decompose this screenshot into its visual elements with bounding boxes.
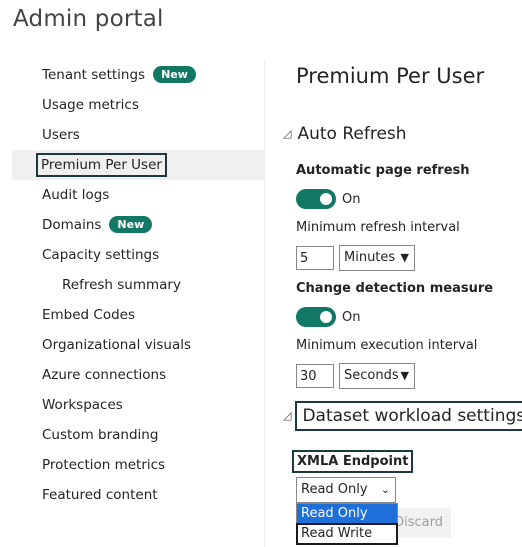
refresh-interval-unit-select[interactable]: Minutes ▼ — [339, 245, 415, 271]
xmla-endpoint-select[interactable]: Read Only ⌄ — [296, 477, 396, 503]
sidebar-item-organizational-visuals[interactable]: Organizational visuals — [12, 330, 264, 360]
sidebar-item-users[interactable]: Users — [12, 120, 264, 150]
sidebar-item-label: Capacity settings — [42, 247, 160, 263]
sidebar-item-label: Workspaces — [42, 397, 123, 413]
chevron-down-icon: ▼ — [400, 251, 409, 264]
sidebar-item-label: Protection metrics — [42, 457, 166, 473]
sidebar-item-featured-content[interactable]: Featured content — [12, 480, 264, 510]
toggle-thumb — [320, 311, 332, 323]
sidebar-item-label: Featured content — [42, 487, 158, 503]
toggle-track — [296, 189, 336, 209]
page-title: Admin portal — [13, 6, 164, 32]
automatic-page-refresh-toggle[interactable]: On — [296, 189, 360, 209]
auto-refresh-section-toggle[interactable]: ◿ Auto Refresh — [283, 124, 407, 144]
sidebar-item-label: Organizational visuals — [42, 337, 192, 353]
change-detection-toggle[interactable]: On — [296, 307, 360, 327]
sidebar-item-custom-branding[interactable]: Custom branding — [12, 420, 264, 450]
min-refresh-interval-label: Minimum refresh interval — [296, 220, 460, 235]
sidebar-item-label: Domains — [42, 217, 102, 233]
select-value: Read Only — [301, 482, 368, 497]
execution-interval-unit-select[interactable]: Seconds ▼ — [339, 363, 415, 389]
sidebar-item-label: Users — [42, 127, 80, 143]
sidebar-item-label: Custom branding — [42, 427, 159, 443]
xmla-endpoint-label: XMLA Endpoint — [291, 450, 414, 473]
dataset-workload-section-toggle[interactable]: ◿ Dataset workload settings — [283, 401, 522, 431]
sidebar-item-label: Refresh summary — [62, 277, 181, 293]
sidebar-item-refresh-summary[interactable]: Refresh summary — [12, 270, 264, 300]
sidebar-item-audit-logs[interactable]: Audit logs — [12, 180, 264, 210]
sidebar-item-label: Audit logs — [42, 187, 110, 203]
sidebar-item-label: Azure connections — [42, 367, 167, 383]
min-refresh-interval-input[interactable]: 5 — [296, 246, 334, 270]
toggle-thumb — [320, 193, 332, 205]
new-badge: New — [109, 216, 153, 233]
sidebar-item-usage-metrics[interactable]: Usage metrics — [12, 90, 264, 120]
panel-divider — [264, 60, 265, 547]
option-read-write[interactable]: Read Write — [296, 523, 398, 545]
collapse-caret-icon: ◿ — [283, 409, 292, 422]
sidebar-item-domains[interactable]: Domains New — [12, 210, 264, 240]
toggle-state-label: On — [342, 191, 361, 207]
automatic-page-refresh-label: Automatic page refresh — [296, 163, 470, 178]
sidebar-item-label: Embed Codes — [42, 307, 136, 323]
min-execution-interval-input[interactable]: 30 — [296, 364, 334, 388]
select-value: Minutes — [344, 250, 396, 265]
chevron-down-icon: ▼ — [400, 369, 409, 382]
option-read-only[interactable]: Read Only — [297, 504, 397, 524]
sidebar-item-workspaces[interactable]: Workspaces — [12, 390, 264, 420]
toggle-track — [296, 307, 336, 327]
select-value: Seconds — [344, 368, 399, 383]
sidebar-item-embed-codes[interactable]: Embed Codes — [12, 300, 264, 330]
sidebar-item-capacity-settings[interactable]: Capacity settings — [12, 240, 264, 270]
collapse-caret-icon: ◿ — [283, 127, 292, 140]
new-badge: New — [153, 66, 196, 83]
sidebar-item-label: Tenant settings — [42, 67, 146, 83]
min-execution-interval-label: Minimum execution interval — [296, 338, 478, 353]
toggle-state-label: On — [342, 309, 361, 325]
sidebar-nav: Tenant settings New Usage metrics Users P… — [12, 60, 264, 510]
sidebar-item-premium-per-user[interactable]: Premium Per User — [12, 150, 264, 180]
chevron-down-icon: ⌄ — [380, 483, 390, 496]
sidebar-item-azure-connections[interactable]: Azure connections — [12, 360, 264, 390]
sidebar-item-label: Usage metrics — [42, 97, 139, 113]
dataset-workload-heading: Dataset workload settings — [295, 401, 522, 431]
auto-refresh-heading: Auto Refresh — [297, 124, 407, 144]
sidebar-item-protection-metrics[interactable]: Protection metrics — [12, 450, 264, 480]
change-detection-label: Change detection measure — [296, 281, 494, 296]
section-title: Premium Per User — [296, 64, 485, 88]
sidebar-item-tenant-settings[interactable]: Tenant settings New — [12, 60, 264, 90]
sidebar-item-label: Premium Per User — [36, 153, 167, 177]
xmla-endpoint-options: Read Only Read Write — [296, 503, 398, 545]
